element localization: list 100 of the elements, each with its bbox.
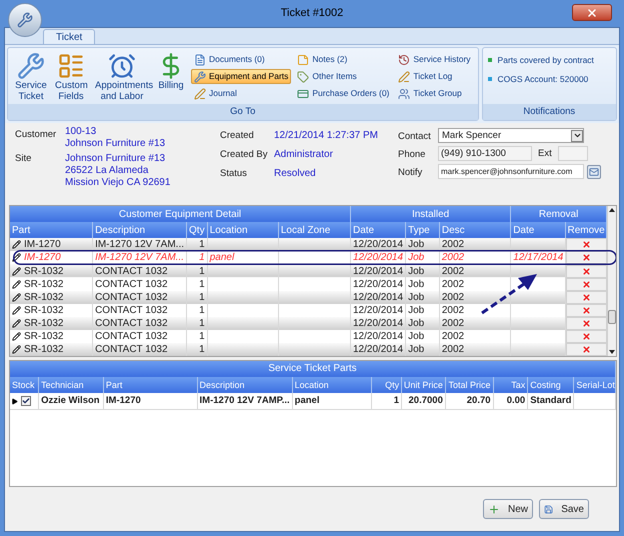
ribbon-small-button[interactable]: Ticket Group	[395, 86, 474, 101]
column-header[interactable]: Desc	[439, 222, 511, 238]
equipment-row[interactable]: SR-1032 CONTACT 1032 1 12/20/2014 Job 2002	[10, 316, 606, 330]
table-cell: Job	[408, 266, 424, 277]
table-cell: 1	[199, 304, 205, 316]
table-cell: panel	[210, 252, 234, 264]
equipment-row[interactable]: SR-1032 CONTACT 1032 1 12/20/2014 Job 2002	[10, 304, 606, 317]
edit-icon[interactable]	[12, 253, 21, 262]
edit-icon[interactable]	[12, 280, 21, 289]
ribbon-large-button[interactable]: Appointments and Labor	[92, 52, 152, 102]
table-cell: 12/20/2014	[353, 292, 404, 303]
group-header: Installed	[350, 206, 511, 222]
wrench-icon	[194, 70, 206, 82]
send-email-button[interactable]	[587, 164, 601, 179]
table-cell: Job	[408, 292, 424, 303]
equipment-row[interactable]: SR-1032 CONTACT 1032 1 12/20/2014 Job 2002	[10, 290, 606, 304]
close-button[interactable]	[572, 4, 612, 21]
ext-field[interactable]	[558, 146, 588, 162]
history-icon	[398, 54, 410, 66]
column-header[interactable]: Tax	[493, 377, 528, 394]
table-cell: 2002	[442, 266, 464, 277]
remove-button[interactable]	[566, 264, 606, 278]
app-menu-button[interactable]	[8, 3, 42, 37]
table-cell: IM-1270	[24, 239, 61, 250]
ribbon-large-button[interactable]: Service Ticket	[12, 52, 50, 102]
new-button[interactable]: New	[483, 499, 533, 519]
remove-button[interactable]	[566, 251, 606, 264]
customer-id-link[interactable]: 100-13	[65, 126, 220, 138]
table-cell: IM-1270	[106, 395, 141, 406]
edit-icon[interactable]	[12, 306, 21, 315]
people-icon	[398, 88, 410, 100]
equipment-row[interactable]: SR-1032 CONTACT 1032 1 12/20/2014 Job 2002	[10, 264, 606, 278]
column-header[interactable]: Local Zone	[278, 222, 350, 238]
table-cell: 2002	[442, 278, 464, 290]
save-button[interactable]: Save	[539, 499, 589, 519]
column-header[interactable]: Unit Price	[402, 377, 446, 394]
column-header[interactable]: Technician	[38, 377, 104, 394]
edit-icon[interactable]	[12, 345, 21, 354]
ribbon-small-button[interactable]: Documents (0)	[191, 52, 292, 67]
column-header[interactable]: Location	[292, 377, 372, 394]
ribbon-small-button[interactable]: Other Items	[294, 69, 392, 84]
equipment-row[interactable]: SR-1032 CONTACT 1032 1 12/20/2014 Job 2002	[10, 343, 606, 356]
stock-checkbox[interactable]	[21, 396, 31, 406]
pencil-icon	[398, 70, 410, 82]
table-cell: 1	[199, 318, 205, 329]
ribbon-large-button[interactable]: Custom Fields	[52, 52, 90, 102]
column-header[interactable]: Stock	[10, 377, 39, 394]
ribbon-small-button[interactable]: Service History	[395, 52, 474, 67]
table-cell: 0.00	[506, 395, 526, 406]
notify-email-field[interactable]: mark.spencer@johnsonfurniture.com	[438, 164, 584, 180]
delete-x-icon	[582, 266, 591, 276]
equipment-row[interactable]: IM-1270 IM-1270 12V 7AM... 1 panel 12/20/2014 Job 2002 12/17/2014	[10, 251, 606, 264]
table-cell: CONTACT 1032	[95, 318, 168, 329]
ribbon-small-button[interactable]: Equipment and Parts	[191, 69, 292, 84]
table-cell: 2002	[442, 318, 464, 329]
remove-button[interactable]	[566, 238, 606, 252]
equipment-row[interactable]: IM-1270 IM-1270 12V 7AM... 1 12/20/2014 Job 2002	[10, 238, 606, 252]
column-header[interactable]: Location	[207, 222, 278, 238]
column-header[interactable]: Description	[92, 222, 187, 238]
scroll-down-arrow-icon[interactable]	[609, 350, 615, 354]
column-header[interactable]: Date	[510, 222, 566, 238]
table-cell: SR-1032	[24, 344, 64, 356]
edit-icon[interactable]	[12, 240, 21, 250]
ribbon-small-button[interactable]: Notes (2)	[294, 52, 392, 67]
table-cell: Job	[408, 252, 424, 264]
phone-field[interactable]: (949) 910-1300	[438, 146, 532, 162]
ribbon-tab[interactable]: Ticket	[43, 29, 96, 44]
column-header[interactable]: Type	[406, 222, 440, 238]
column-header[interactable]: Qty	[186, 222, 208, 238]
scroll-up-arrow-icon[interactable]	[609, 208, 615, 212]
wrench-icon	[17, 12, 33, 28]
scrollbar-thumb[interactable]	[608, 310, 616, 324]
ribbon-small-button[interactable]: Journal	[191, 86, 292, 101]
column-header[interactable]: Total Price	[445, 377, 494, 394]
edit-icon[interactable]	[12, 292, 21, 302]
edit-icon[interactable]	[12, 318, 21, 328]
ribbon-large-button[interactable]: Billing	[154, 52, 188, 91]
column-header[interactable]: Serial-Lot	[574, 377, 616, 394]
edit-icon[interactable]	[12, 266, 21, 276]
tag-icon	[297, 70, 310, 82]
scrollbar[interactable]	[607, 206, 616, 356]
column-header[interactable]: Remove	[566, 222, 606, 238]
table-cell: CONTACT 1032	[95, 304, 168, 316]
column-header[interactable]: Costing	[528, 377, 574, 394]
ribbon-small-button[interactable]: Ticket Log	[395, 69, 474, 84]
column-header[interactable]: Date	[350, 222, 406, 238]
edit-icon[interactable]	[12, 332, 21, 342]
equipment-row[interactable]: SR-1032 CONTACT 1032 1 12/20/2014 Job 2002	[10, 278, 606, 291]
customer-name-link[interactable]: Johnson Furniture #13	[65, 138, 220, 150]
column-header[interactable]: Description	[197, 377, 292, 394]
field-label: Notify	[398, 166, 424, 180]
column-header[interactable]: Qty	[371, 377, 402, 394]
column-header[interactable]: Part	[103, 377, 198, 394]
equipment-row[interactable]: SR-1032 CONTACT 1032 1 12/20/2014 Job 2002	[10, 330, 606, 344]
table-cell: SR-1032	[24, 292, 64, 303]
column-header[interactable]: Part	[10, 222, 93, 238]
contact-dropdown[interactable]: Mark Spencer	[438, 128, 584, 144]
table-cell: 1	[199, 266, 205, 277]
ribbon-small-button[interactable]: Purchase Orders (0)	[294, 86, 392, 101]
table-cell: IM-1270 12V 7AMP...	[200, 395, 290, 406]
